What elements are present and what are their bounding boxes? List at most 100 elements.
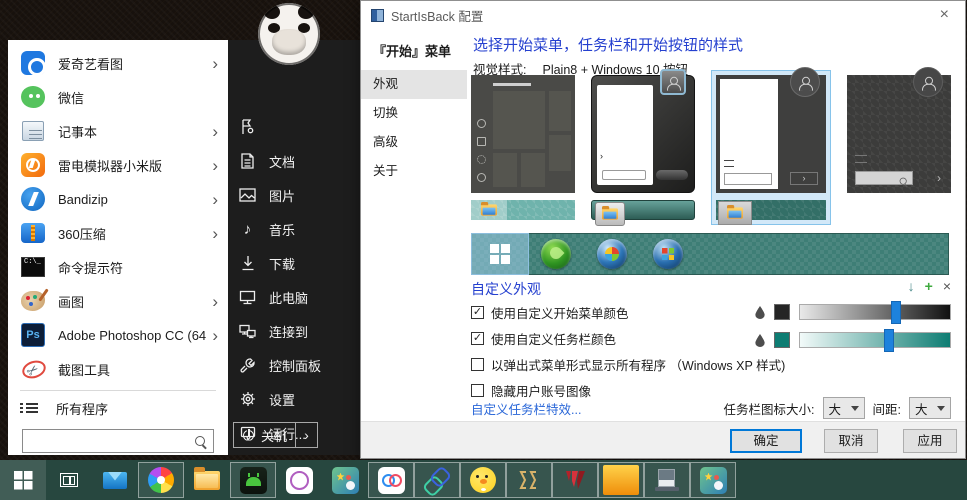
shutdown-options-chevron[interactable]: › [295, 423, 317, 447]
spacing-select[interactable]: 大 [909, 397, 951, 419]
network-icon [239, 323, 256, 340]
start-button-option-win8-orb[interactable] [640, 234, 696, 274]
add-color-icon[interactable]: + [925, 279, 933, 293]
taskbar-color-slider[interactable] [799, 332, 951, 348]
apply-button[interactable]: 应用 [903, 429, 957, 453]
app-item-photoshop[interactable]: Ps Adobe Photoshop CC (64 Bit) › [8, 318, 228, 352]
ok-button[interactable]: 确定 [730, 429, 802, 453]
dialog-titlebar[interactable]: StartIsBack 配置 × [361, 1, 965, 29]
option-popup-all-programs[interactable]: ✓ 以弹出式菜单形式显示所有程序 （Windows XP 样式) [471, 353, 785, 375]
task-view-button[interactable] [46, 460, 92, 500]
download-icon [239, 255, 256, 272]
place-item-downloads[interactable]: 下载 [228, 246, 360, 280]
start-button-picker [471, 233, 949, 275]
start-button-option-clover-orb[interactable] [528, 234, 584, 274]
start-button-option-win7-orb[interactable] [584, 234, 640, 274]
start-button[interactable] [0, 460, 46, 500]
start-menu-color-swatch[interactable] [774, 304, 790, 320]
user-avatar[interactable] [258, 3, 320, 65]
search-box[interactable] [22, 429, 214, 453]
taskbar-color-swatch[interactable] [774, 332, 790, 348]
cancel-button[interactable]: 取消 [824, 429, 878, 453]
place-item-connect-to[interactable]: 连接到 [228, 314, 360, 348]
taskbar-icon-size-label: 任务栏图标大小: [724, 399, 815, 418]
place-item-user-files[interactable] [228, 110, 360, 144]
taskbar-icon-size-select[interactable]: 大 [823, 397, 865, 419]
option-hide-user-avatar[interactable]: ✓ 隐藏用户账号图像 [471, 379, 591, 401]
cloud-drive-icon [378, 467, 405, 494]
style-preview-plain8-selected[interactable]: › [711, 70, 831, 225]
customize-appearance-header: 自定义外观 [471, 279, 541, 299]
place-item-music[interactable]: ♪ 音乐 [228, 212, 360, 246]
nav-item-switching[interactable]: 切换 [361, 99, 467, 128]
checkbox[interactable]: ✓ [471, 384, 484, 397]
pinwheel-browser-icon [148, 467, 174, 493]
taskbar-item-game[interactable] [322, 460, 368, 500]
ldplayer-icon [20, 152, 46, 178]
app-item-iqiyi-viewer[interactable]: 爱奇艺看图 › [8, 46, 228, 80]
taskbar-item-ring-app[interactable] [276, 460, 322, 500]
place-item-control-panel[interactable]: 控制面板 [228, 348, 360, 382]
nav-item-about[interactable]: 关于 [361, 157, 467, 186]
checkbox[interactable]: ✓ [471, 306, 484, 319]
app-item-snipping-tool[interactable]: 截图工具 [8, 352, 228, 386]
style-preview-win10[interactable] [471, 75, 575, 220]
taskbar-item-gold-app[interactable] [506, 462, 552, 498]
chevron-right-icon: › [206, 293, 218, 310]
taskbar-item-server-manager[interactable] [644, 462, 690, 498]
dialog-title: StartIsBack 配置 [391, 6, 483, 25]
shutdown-split-button: 关机 › [233, 422, 318, 448]
option-custom-start-menu-color[interactable]: ✓ 使用自定义开始菜单颜色 [471, 301, 629, 323]
app-item-bandizip[interactable]: Bandizip › [8, 182, 228, 216]
start-menu-color-slider[interactable] [799, 304, 951, 320]
app-item-wechat[interactable]: 微信 [8, 80, 228, 114]
style-preview-aero7[interactable] [591, 75, 695, 220]
taskbar-item-mail[interactable] [92, 460, 138, 500]
place-item-pictures[interactable]: 图片 [228, 178, 360, 212]
taskbar-item-browser[interactable] [138, 462, 184, 498]
droplet-icon [755, 306, 765, 319]
place-label: 文档 [269, 152, 295, 171]
app-label: 雷电模拟器小米版 [58, 156, 206, 175]
chevron-right-icon: › [206, 157, 218, 174]
checkbox[interactable]: ✓ [471, 358, 484, 371]
all-programs-button[interactable]: 所有程序 [8, 393, 228, 423]
checkbox[interactable]: ✓ [471, 332, 484, 345]
option-label: 使用自定义开始菜单颜色 [491, 303, 629, 322]
app-item-ldplayer[interactable]: 雷电模拟器小米版 › [8, 148, 228, 182]
start-button-option-win10-selected[interactable] [472, 234, 528, 274]
search-input[interactable] [29, 434, 194, 449]
list-icon [20, 401, 38, 415]
app-item-360zip[interactable]: 360压缩 › [8, 216, 228, 250]
place-item-documents[interactable]: 文档 [228, 144, 360, 178]
selected-value: 大 [829, 399, 842, 418]
place-item-settings[interactable]: 设置 [228, 382, 360, 416]
windows-logo-icon [14, 471, 33, 490]
shutdown-button[interactable]: 关机 [234, 423, 295, 447]
taskbar-item-android-emulator[interactable] [230, 462, 276, 498]
taskbar-item-cloud-drive[interactable] [368, 462, 414, 498]
nav-item-appearance[interactable]: 外观 [361, 70, 467, 99]
taskbar-item-link-app[interactable] [414, 462, 460, 498]
start-menu-places-panel: 文档 图片 ♪ 音乐 下载 此电脑 [228, 40, 360, 455]
app-item-paint[interactable]: 画图 › [8, 284, 228, 318]
app-label: Adobe Photoshop CC (64 Bit) [58, 328, 206, 343]
place-item-this-pc[interactable]: 此电脑 [228, 280, 360, 314]
close-icon[interactable]: × [934, 5, 955, 25]
app-item-notepad[interactable]: 记事本 › [8, 114, 228, 148]
app-item-cmd[interactable]: C:\_ 命令提示符 [8, 250, 228, 284]
divider [20, 390, 216, 391]
option-custom-taskbar-color[interactable]: ✓ 使用自定义任务栏颜色 [471, 327, 616, 349]
remove-color-icon[interactable]: × [943, 279, 951, 293]
taskbar-item-red-arrows-app[interactable] [552, 462, 598, 498]
taskbar-item-game-2[interactable] [690, 462, 736, 498]
slider-handle[interactable] [891, 301, 901, 324]
customize-taskbar-effects-link[interactable]: 自定义任务栏特效... [471, 399, 581, 418]
nav-item-advanced[interactable]: 高级 [361, 128, 467, 157]
taskbar-item-orange-app[interactable] [598, 462, 644, 498]
download-color-icon[interactable]: ↓ [908, 279, 915, 293]
taskbar-item-chick-app[interactable] [460, 462, 506, 498]
slider-handle[interactable] [884, 329, 894, 352]
style-preview-plain10[interactable]: › [847, 75, 951, 193]
taskbar-item-file-explorer[interactable] [184, 460, 230, 500]
